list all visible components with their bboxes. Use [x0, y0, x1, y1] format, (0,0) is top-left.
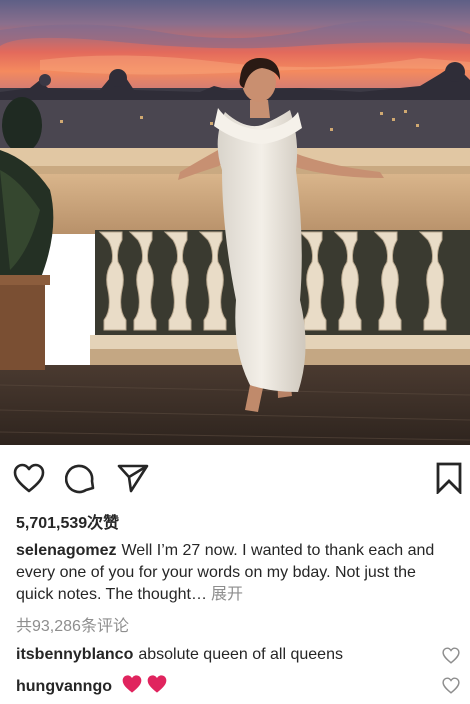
- save-button[interactable]: [431, 460, 467, 496]
- like-button[interactable]: [11, 460, 47, 496]
- comment-username[interactable]: hungvanngo: [16, 678, 112, 695]
- send-paper-plane-icon: [117, 463, 149, 493]
- likes-count[interactable]: 5,701,539次赞: [16, 509, 119, 533]
- comment-like-button[interactable]: [442, 677, 460, 695]
- share-button[interactable]: [115, 460, 151, 496]
- red-heart-emoji-icon: [146, 674, 168, 701]
- comment-text: absolute queen of all queens: [138, 646, 343, 663]
- comment-bubble-icon: [65, 462, 97, 494]
- post-photo[interactable]: [0, 0, 470, 445]
- comment-item: hungvanngo: [16, 674, 460, 701]
- post-caption: selenagomez Well I’m 27 now. I wanted to …: [16, 540, 446, 606]
- heart-outline-icon: [442, 647, 460, 668]
- caption-username[interactable]: selenagomez: [16, 542, 116, 559]
- heart-outline-icon: [13, 463, 45, 493]
- expand-caption-link[interactable]: 展开: [211, 586, 243, 603]
- comment-button[interactable]: [63, 460, 99, 496]
- comment-item: itsbennyblanco absolute queen of all quee…: [16, 644, 460, 666]
- comment-like-button[interactable]: [442, 647, 460, 665]
- heart-outline-icon: [442, 677, 460, 698]
- post-action-bar: [0, 445, 470, 505]
- red-heart-emoji-icon: [121, 674, 143, 701]
- bookmark-icon: [435, 462, 463, 494]
- view-all-comments-link[interactable]: 共93,286条评论: [16, 612, 129, 636]
- comment-username[interactable]: itsbennyblanco: [16, 646, 133, 663]
